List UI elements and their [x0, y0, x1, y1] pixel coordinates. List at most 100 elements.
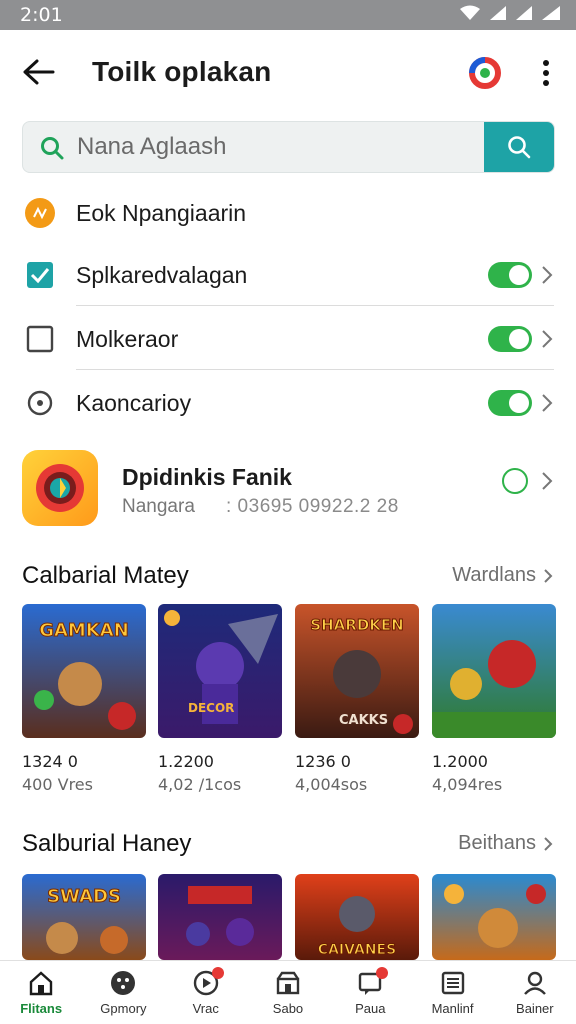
game-artwork — [432, 604, 556, 738]
app-logo-icon — [36, 464, 84, 512]
game-tile[interactable]: GAMKAN — [22, 604, 146, 738]
chevron-right-icon — [542, 330, 553, 348]
toggle-switch[interactable] — [488, 262, 532, 288]
nav-item-store[interactable]: Sabo — [247, 961, 329, 1024]
app-brand-icon — [469, 57, 501, 89]
gamepad-icon — [109, 969, 137, 997]
divider — [76, 369, 554, 370]
app-card[interactable]: Dpidinkis Fanik Nangara : 03695 09922.2 … — [0, 448, 576, 532]
profile-icon — [521, 969, 549, 997]
game-artwork: SHARDKEN CAKKS — [295, 604, 419, 738]
section-title: Salburial Haney — [22, 830, 192, 857]
section-see-more-link[interactable]: Wardlans — [452, 564, 554, 587]
tile-price: 1.2200 — [158, 752, 214, 771]
game-tile[interactable] — [432, 874, 556, 960]
status-bar: 2:01 — [0, 0, 576, 30]
nav-label: Bainer — [516, 1001, 554, 1016]
tile-caption: 1.2000 4,094res — [432, 752, 502, 794]
settings-row[interactable]: Molkeraor — [0, 308, 576, 370]
signal-icon-2 — [516, 6, 532, 20]
game-artwork: CAIVANES — [295, 874, 419, 960]
nav-label: Paua — [355, 1001, 386, 1016]
home-icon — [27, 969, 55, 997]
svg-text:CAKKS: CAKKS — [339, 713, 388, 728]
play-circle-icon — [192, 967, 224, 997]
notification-badge — [211, 967, 224, 979]
settings-row[interactable]: Eok Npangiaarin — [0, 182, 576, 244]
section-link-label: Wardlans — [452, 564, 536, 586]
list-icon — [439, 969, 467, 997]
message-icon — [356, 967, 389, 997]
game-tile[interactable]: CAIVANES — [295, 874, 419, 960]
section-see-more-link[interactable]: Beithans — [458, 832, 554, 855]
game-artwork: DECOR — [158, 604, 282, 738]
search-submit-button[interactable] — [484, 122, 554, 172]
status-icons — [458, 4, 562, 22]
nav-label: Gpmory — [100, 1001, 147, 1016]
toggle-switch[interactable] — [488, 326, 532, 352]
row-label: Splkaredvalagan — [76, 262, 248, 288]
svg-text:SHARDKEN: SHARDKEN — [310, 616, 403, 634]
nav-item-library[interactable]: Manlinf — [411, 961, 493, 1024]
nav-label: Sabo — [272, 1001, 304, 1016]
status-time: 2:01 — [20, 4, 63, 26]
nav-item-video[interactable]: Vrac — [165, 961, 247, 1024]
wifi-icon — [460, 5, 480, 20]
back-button[interactable] — [18, 52, 58, 92]
tile-caption: 1324 0 400 Vres — [22, 752, 93, 794]
svg-text:CAIVANES: CAIVANES — [318, 942, 396, 958]
checkbox-checked-icon[interactable] — [24, 259, 56, 291]
brand-button[interactable] — [466, 54, 504, 92]
tile-meta: 4,02 /1cos — [158, 775, 242, 794]
nav-item-profile[interactable]: Bainer — [494, 961, 576, 1024]
search-input[interactable] — [77, 122, 477, 172]
bottom-navigation: Flitans Gpmory Vrac Sabo Paua Manlinf Ba… — [0, 960, 576, 1024]
checkbox-empty-icon[interactable] — [24, 323, 56, 355]
section-title: Calbarial Matey — [22, 562, 189, 589]
nav-label: Manlinf — [431, 1001, 474, 1016]
game-tile[interactable]: DECOR — [158, 604, 282, 738]
tile-caption: 1236 0 4,004sos — [295, 752, 367, 794]
tile-meta: 4,004sos — [295, 775, 368, 794]
svg-text:DECOR: DECOR — [188, 701, 234, 715]
nav-item-home[interactable]: Flitans — [0, 961, 82, 1024]
chevron-right-icon — [544, 568, 553, 583]
battery-icon — [542, 6, 560, 20]
settings-row[interactable]: Kaoncarioy — [0, 372, 576, 434]
game-tile[interactable] — [432, 604, 556, 738]
page-title: Toilk oplakan — [92, 56, 272, 87]
signal-icon — [490, 6, 506, 20]
app-logo — [22, 450, 98, 526]
game-artwork: SWADS — [22, 874, 146, 960]
chevron-right-icon — [544, 836, 553, 851]
nav-label: Flitans — [20, 1001, 63, 1016]
tile-price: 1324 0 — [22, 752, 78, 771]
nav-item-messages[interactable]: Paua — [329, 961, 411, 1024]
tile-price: 1236 0 — [295, 752, 351, 771]
radio-button[interactable] — [502, 468, 528, 494]
orange-badge-icon — [24, 197, 56, 229]
tile-meta: 4,094res — [432, 775, 503, 794]
more-menu-button[interactable] — [528, 54, 564, 92]
notification-badge — [376, 967, 389, 979]
tile-price: 1.2000 — [432, 752, 488, 771]
tile-meta: 400 Vres — [22, 775, 93, 794]
toggle-switch[interactable] — [488, 390, 532, 416]
settings-row[interactable]: Splkaredvalagan — [0, 244, 576, 306]
app-sub-value: : 03695 09922.2 28 — [226, 496, 399, 517]
game-tile[interactable]: SHARDKEN CAKKS — [295, 604, 419, 738]
svg-text:GAMKAN: GAMKAN — [39, 620, 129, 641]
arrow-back-icon — [23, 59, 55, 85]
chevron-right-icon — [542, 266, 553, 284]
app-sub-label: Nangara — [122, 496, 195, 517]
radio-dot-icon[interactable] — [24, 387, 56, 419]
search-icon — [41, 137, 64, 160]
game-artwork — [432, 874, 556, 960]
game-tile[interactable]: SWADS — [22, 874, 146, 960]
nav-item-games[interactable]: Gpmory — [82, 961, 164, 1024]
nav-label: Vrac — [192, 1001, 219, 1016]
search-bar — [22, 121, 555, 173]
more-vert-icon — [543, 60, 549, 86]
game-tile[interactable] — [158, 874, 282, 960]
chevron-right-icon — [542, 394, 553, 412]
